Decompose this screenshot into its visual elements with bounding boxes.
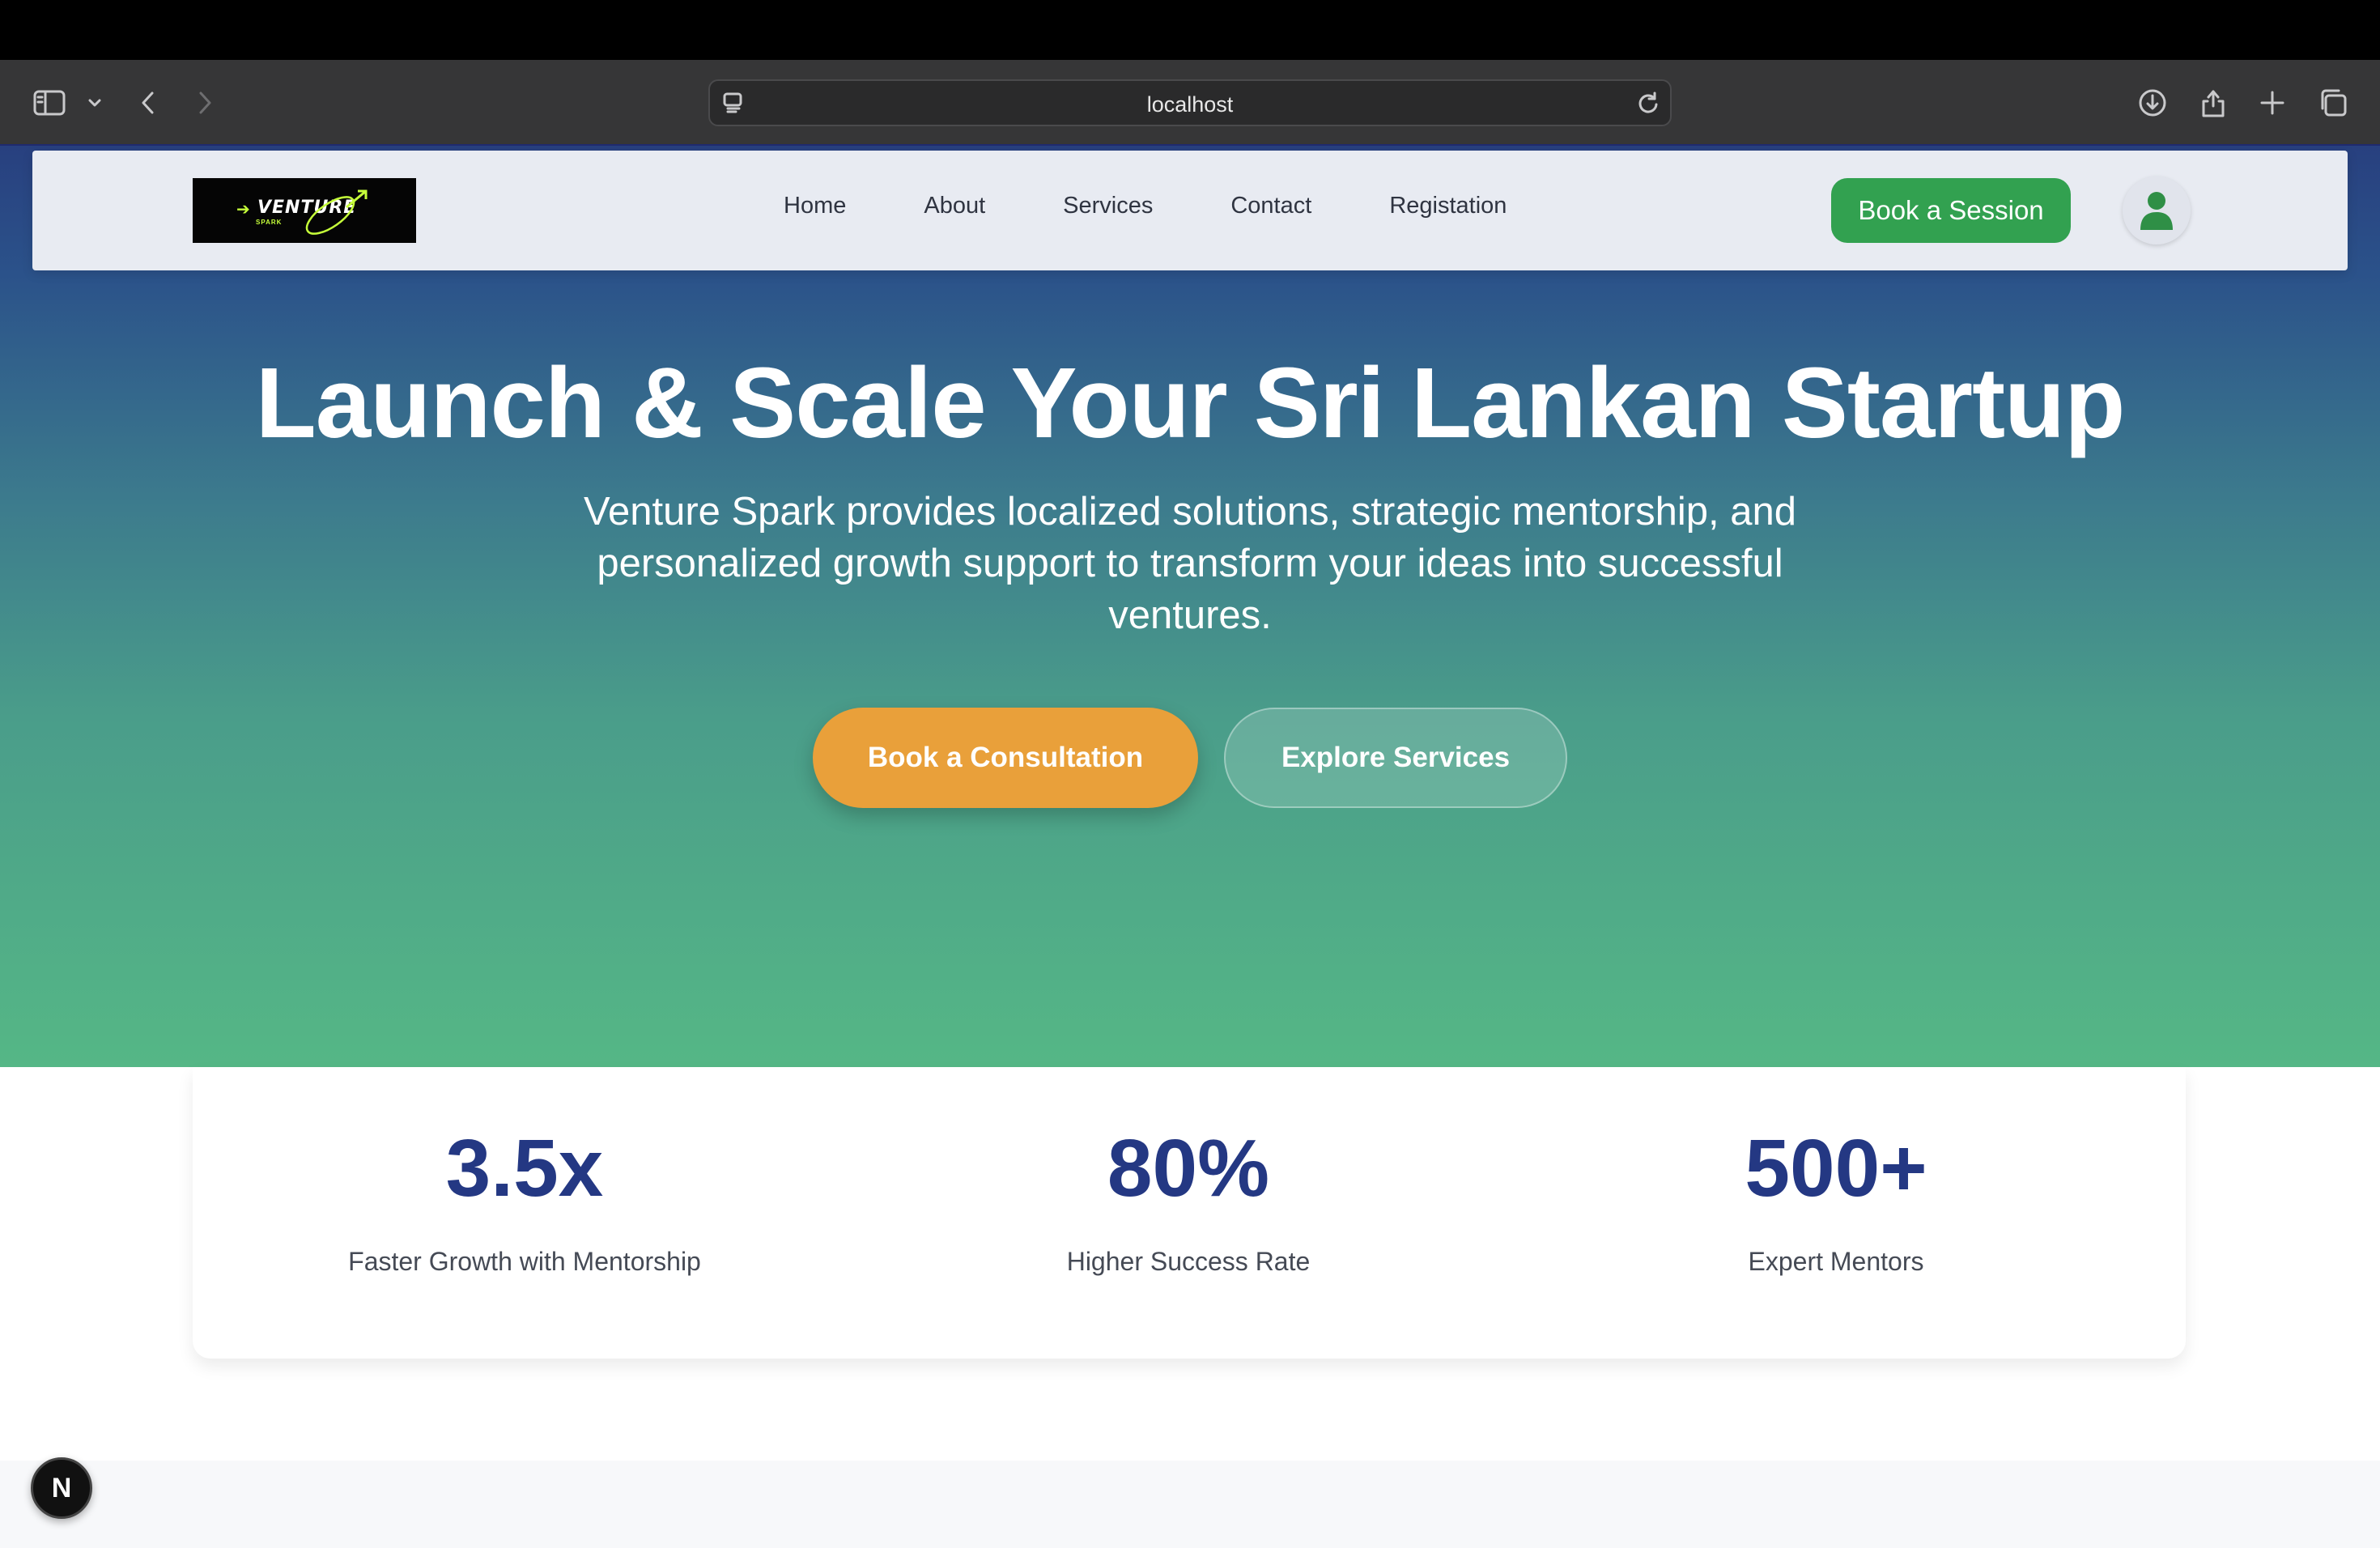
dev-tools-badge[interactable]: N	[31, 1457, 92, 1519]
stat-item: 80% Higher Success Rate	[856, 1067, 1520, 1359]
venture-spark-logo[interactable]: ➔ VENTURE SPARK	[193, 178, 416, 243]
nav-links: Home About Services Contact Registation	[784, 193, 1507, 219]
logo-swoosh-icon	[305, 189, 368, 235]
user-profile-button[interactable]	[2123, 176, 2191, 245]
logo-arrow-icon: ➔	[236, 201, 250, 219]
site-navbar: ➔ VENTURE SPARK Home About Services Cont…	[32, 151, 2348, 270]
nav-link-home[interactable]: Home	[784, 193, 846, 219]
book-consultation-button[interactable]: Book a Consultation	[813, 708, 1198, 808]
tabs-overview-icon[interactable]	[2315, 83, 2351, 123]
share-icon[interactable]	[2195, 83, 2231, 123]
stat-value: 3.5x	[445, 1123, 604, 1214]
logo-sub: SPARK	[256, 219, 283, 226]
url-text[interactable]: localhost	[710, 92, 1670, 117]
nav-link-contact[interactable]: Contact	[1230, 193, 1311, 219]
nav-link-services[interactable]: Services	[1063, 193, 1153, 219]
window-title-bar	[0, 0, 2380, 60]
stats-card: 3.5x Faster Growth with Mentorship 80% H…	[193, 1067, 2186, 1359]
stat-value: 500+	[1745, 1123, 1927, 1214]
page-viewport: ➔ VENTURE SPARK Home About Services Cont…	[0, 146, 2380, 1548]
stat-label: Expert Mentors	[1748, 1247, 1924, 1276]
book-session-button[interactable]: Book a Session	[1831, 178, 2071, 243]
hero-title: Launch & Scale Your Sri Lankan Startup	[255, 348, 2126, 459]
download-icon[interactable]	[2134, 83, 2171, 123]
nav-link-about[interactable]: About	[924, 193, 985, 219]
reload-icon[interactable]	[1636, 91, 1660, 119]
stat-item: 500+ Expert Mentors	[1504, 1067, 2168, 1359]
sidebar-icon[interactable]	[31, 83, 68, 123]
back-icon[interactable]	[136, 83, 160, 123]
stat-label: Higher Success Rate	[1066, 1247, 1311, 1276]
nav-link-registration[interactable]: Registation	[1389, 193, 1507, 219]
forward-icon	[193, 83, 217, 123]
stat-value: 80%	[1107, 1123, 1270, 1214]
hero-section: ➔ VENTURE SPARK Home About Services Cont…	[0, 146, 2380, 1067]
browser-toolbar: localhost	[0, 60, 2380, 146]
address-bar[interactable]: localhost	[708, 79, 1672, 126]
hero-subtitle: Venture Spark provides localized solutio…	[583, 490, 1797, 637]
user-icon	[2140, 192, 2173, 230]
chevron-down-icon[interactable]	[84, 83, 105, 123]
stat-label: Faster Growth with Mentorship	[348, 1247, 701, 1276]
stat-item: 3.5x Faster Growth with Mentorship	[193, 1067, 856, 1359]
next-section	[0, 1461, 2380, 1548]
new-tab-icon[interactable]	[2255, 83, 2289, 123]
explore-services-button[interactable]: Explore Services	[1224, 708, 1567, 808]
